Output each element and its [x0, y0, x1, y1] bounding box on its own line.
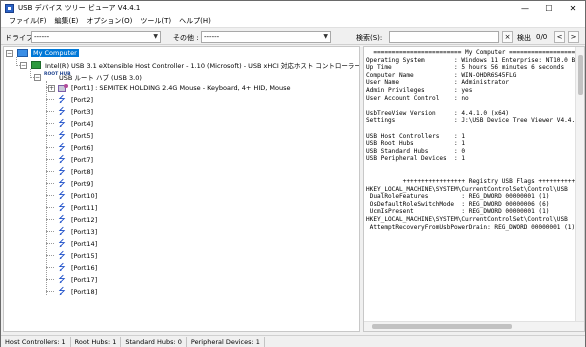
app-window: USB デバイス ツリー ビューア V4.4.1 — ☐ ✕ ファイル(F) 編… — [0, 0, 586, 347]
minimize-button[interactable]: — — [513, 1, 537, 15]
tree-node-label: My Computer — [31, 49, 79, 57]
computer-icon — [16, 48, 28, 58]
tree-line — [46, 135, 54, 136]
tree-line — [46, 207, 54, 208]
drive-select-value: ------ — [34, 33, 50, 41]
other-select[interactable]: ------ ▼ — [201, 31, 331, 43]
title-bar: USB デバイス ツリー ビューア V4.4.1 — ☐ ✕ — [1, 1, 585, 15]
usb-port-icon: ⭍ — [58, 287, 66, 297]
status-root-hubs: Root Hubs: 1 — [71, 336, 122, 347]
app-icon — [5, 3, 14, 13]
status-host-controllers: Host Controllers: 1 — [1, 336, 71, 347]
tree-line — [46, 279, 54, 280]
tree-line — [46, 81, 47, 295]
tree-node-my-computer[interactable]: − My Computer — [6, 47, 79, 59]
scroll-thumb[interactable] — [372, 324, 512, 329]
tree-line — [46, 255, 54, 256]
tree-node-label: [Port2] — [71, 96, 94, 104]
window-controls: — ☐ ✕ — [513, 1, 585, 15]
tree-line — [46, 99, 54, 100]
tree-line — [46, 123, 54, 124]
tree-node-label: [Port8] — [71, 168, 94, 176]
info-pane[interactable]: ======================== My Computer ===… — [363, 46, 585, 332]
tree-line — [46, 267, 54, 268]
expand-toggle[interactable]: + — [48, 84, 55, 92]
tree-node-port[interactable]: ⭍ [Port18] — [56, 286, 97, 298]
other-label: その他 : — [173, 34, 199, 42]
tree-node-label: [Port1] : SEMITEK HOLDING 2.4G Mouse - K… — [71, 84, 291, 92]
tree-node-label: [Port11] — [71, 204, 98, 212]
horizontal-scrollbar[interactable] — [364, 321, 584, 331]
tree-node-label: [Port14] — [71, 240, 98, 248]
tree-node-label: [Port3] — [71, 108, 94, 116]
tree-node-port1-device[interactable]: + [Port1] : SEMITEK HOLDING 2.4G Mouse -… — [48, 82, 290, 94]
maximize-button[interactable]: ☐ — [537, 1, 561, 15]
info-text: ======================== My Computer ===… — [366, 49, 584, 231]
tree-line — [46, 183, 54, 184]
collapse-toggle[interactable]: − — [6, 49, 13, 57]
tree-line — [46, 147, 54, 148]
drive-select[interactable]: ------ ▼ — [31, 31, 161, 43]
menu-bar: ファイル(F) 編集(E) オプション(O) ツール(T) ヘルプ(H) — [1, 15, 585, 27]
tree-node-label: [Port9] — [71, 180, 94, 188]
collapse-toggle[interactable]: − — [20, 61, 27, 69]
search-counter: 0/0 — [536, 33, 548, 41]
detect-label[interactable]: 検出 — [517, 33, 531, 43]
next-button[interactable]: > — [568, 31, 579, 43]
controller-icon — [30, 60, 42, 70]
tree-node-label: [Port17] — [71, 276, 98, 284]
device-tree[interactable]: − My Computer − Intel(R) USB 3.1 eXtensi… — [3, 46, 360, 332]
tree-node-label: [Port10] — [71, 192, 98, 200]
scroll-thumb[interactable] — [578, 55, 583, 95]
tree-node-label: USB ルート ハブ (USB 3.0) — [59, 74, 142, 82]
menu-file[interactable]: ファイル(F) — [5, 16, 51, 26]
tree-line — [46, 111, 54, 112]
tree-line — [46, 291, 54, 292]
vertical-scrollbar[interactable] — [575, 47, 584, 321]
tree-node-label: [Port5] — [71, 132, 94, 140]
close-button[interactable]: ✕ — [561, 1, 585, 15]
toolbar: ドライブ: ------ ▼ その他 : ------ ▼ 検索(S): × 検… — [1, 27, 585, 45]
tree-node-host-controller[interactable]: − Intel(R) USB 3.1 eXtensible Host Contr… — [20, 59, 360, 71]
tree-line — [46, 243, 54, 244]
prev-button[interactable]: < — [554, 31, 565, 43]
menu-tools[interactable]: ツール(T) — [136, 16, 175, 26]
tree-node-label: [Port4] — [71, 120, 94, 128]
window-title: USB デバイス ツリー ビューア V4.4.1 — [18, 4, 141, 12]
tree-line — [46, 231, 54, 232]
collapse-toggle[interactable]: − — [34, 73, 41, 81]
tree-node-label: [Port7] — [71, 156, 94, 164]
tree-node-label: [Port18] — [71, 288, 98, 296]
status-standard-hubs: Standard Hubs: 0 — [121, 336, 187, 347]
tree-node-label: Intel(R) USB 3.1 eXtensible Host Control… — [45, 62, 360, 70]
status-peripheral-devices: Peripheral Devices: 1 — [187, 336, 265, 347]
tree-line — [46, 159, 54, 160]
other-select-value: ------ — [204, 33, 220, 41]
tree-node-label: [Port6] — [71, 144, 94, 152]
root-hub-icon: ROOT HUB — [44, 71, 71, 77]
status-bar: Host Controllers: 1 Root Hubs: 1 Standar… — [1, 335, 585, 347]
menu-edit[interactable]: 編集(E) — [51, 16, 83, 26]
tree-node-label: [Port13] — [71, 228, 98, 236]
tree-node-label: [Port15] — [71, 252, 98, 260]
tree-node-label: [Port12] — [71, 216, 98, 224]
menu-help[interactable]: ヘルプ(H) — [175, 16, 215, 26]
search-input[interactable] — [389, 31, 499, 43]
tree-node-label: [Port16] — [71, 264, 98, 272]
chevron-down-icon: ▼ — [323, 33, 328, 40]
tree-line — [46, 219, 54, 220]
menu-options[interactable]: オプション(O) — [82, 16, 136, 26]
chevron-down-icon: ▼ — [153, 33, 158, 40]
tree-line — [46, 195, 54, 196]
tree-line — [46, 171, 54, 172]
clear-search-button[interactable]: × — [502, 31, 513, 43]
search-label: 検索(S): — [356, 34, 383, 42]
